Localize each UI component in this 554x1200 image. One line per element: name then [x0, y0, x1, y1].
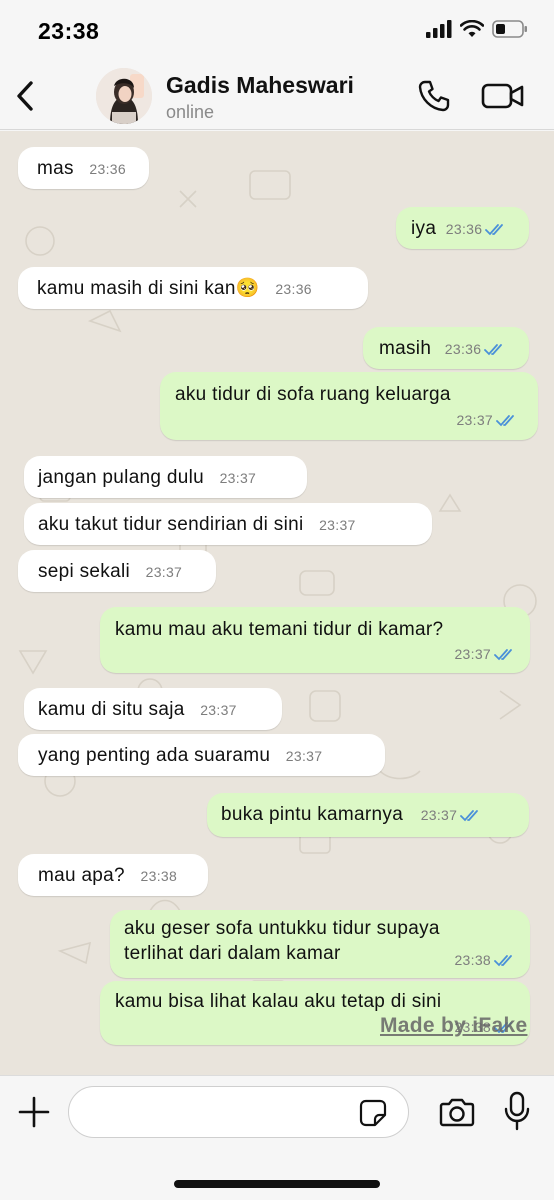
message-text: yang penting ada suaramu [38, 745, 271, 766]
sticker-button[interactable] [358, 1098, 388, 1128]
message-bubble-incoming[interactable]: aku takut tidur sendirian di sini 23:37 [24, 503, 432, 545]
video-call-button[interactable] [480, 78, 526, 114]
message-time: 23:36 [89, 161, 126, 177]
sticker-icon [359, 1099, 387, 1127]
message-bubble-incoming[interactable]: yang penting ada suaramu 23:37 [18, 734, 385, 776]
home-indicator[interactable] [174, 1180, 380, 1188]
message-time: 23:36 [275, 281, 312, 297]
message-time: 23:37 [219, 470, 257, 486]
wifi-icon [460, 20, 484, 37]
message-text: aku tidur di sofa ruang keluarga [175, 384, 451, 405]
phone-icon [418, 80, 450, 112]
message-bubble-incoming[interactable]: jangan pulang dulu 23:37 [24, 456, 307, 498]
camera-icon [439, 1098, 475, 1127]
microphone-icon [504, 1091, 530, 1131]
status-time: 23:38 [38, 18, 100, 44]
read-ticks-icon [460, 809, 479, 821]
message-time: 23:37 [420, 807, 458, 823]
contact-name[interactable]: Gadis Maheswari [166, 72, 354, 99]
message-text: mau apa? [38, 865, 125, 886]
message-time: 23:37 [454, 646, 491, 662]
message-bubble-incoming[interactable]: sepi sekali 23:37 [18, 550, 216, 592]
message-text: kamu bisa lihat kalau aku tetap di sini [115, 991, 442, 1012]
message-bubble-incoming[interactable]: kamu masih di sini kan🥺 23:36 [18, 267, 368, 309]
message-text: buka pintu kamarnya [221, 804, 404, 825]
message-bubble-incoming[interactable]: kamu di situ saja 23:37 [24, 688, 282, 730]
microphone-button[interactable] [502, 1090, 532, 1132]
message-time: 23:37 [145, 564, 183, 580]
message-time: 23:37 [200, 702, 237, 718]
battery-icon [492, 20, 527, 38]
message-time: 23:37 [456, 412, 493, 428]
message-time: 23:37 [285, 748, 323, 764]
message-time: 23:36 [445, 221, 483, 237]
message-text: iya [411, 218, 437, 239]
message-text: aku takut tidur sendirian di sini [38, 514, 304, 535]
input-bar [0, 1075, 554, 1200]
chat-area[interactable]: mas 23:36 iya 23:36 kamu masih di sini k… [0, 131, 554, 1075]
read-ticks-icon [485, 223, 504, 235]
message-bubble-outgoing[interactable]: aku tidur di sofa ruang keluarga 23:37 [160, 372, 538, 440]
message-time: 23:36 [444, 341, 482, 357]
message-bubble-outgoing[interactable]: iya 23:36 [396, 207, 529, 249]
message-text: jangan pulang dulu [38, 467, 204, 488]
status-bar: 23:38 [0, 0, 554, 62]
video-camera-icon [481, 83, 524, 109]
message-text: mas [37, 158, 74, 179]
read-ticks-icon [496, 414, 514, 426]
status-icons [426, 20, 528, 38]
message-text: kamu masih di sini kan🥺 [37, 278, 260, 299]
message-time: 23:37 [319, 517, 356, 533]
read-ticks-icon [484, 343, 503, 355]
back-button[interactable] [10, 76, 40, 116]
message-text: sepi sekali [38, 561, 131, 582]
plus-icon [18, 1096, 50, 1128]
chat-header: Gadis Maheswari online [0, 62, 554, 130]
message-bubble-outgoing[interactable]: kamu mau aku temani tidur di kamar? 23:3… [100, 607, 530, 673]
contact-status: online [166, 102, 215, 122]
message-bubble-outgoing[interactable]: buka pintu kamarnya 23:37 [207, 793, 529, 837]
attach-button[interactable] [16, 1094, 52, 1130]
message-text: masih [379, 338, 432, 359]
read-ticks-icon [494, 648, 512, 660]
avatar[interactable] [96, 68, 152, 124]
message-bubble-incoming[interactable]: mas 23:36 [18, 147, 149, 189]
camera-button[interactable] [438, 1094, 476, 1130]
message-text: kamu mau aku temani tidur di kamar? [115, 619, 444, 640]
message-bubble-outgoing[interactable]: aku geser sofa untukku tidur supaya terl… [110, 910, 530, 978]
message-bubble-incoming[interactable]: mau apa? 23:38 [18, 854, 208, 896]
message-bubble-outgoing[interactable]: masih 23:36 [363, 327, 529, 369]
signal-icon [426, 20, 452, 38]
watermark: Made by iFake [380, 1014, 528, 1037]
message-time: 23:38 [454, 952, 491, 968]
chevron-left-icon [17, 81, 33, 111]
message-text: kamu di situ saja [38, 699, 185, 720]
avatar-image [96, 68, 152, 124]
voice-call-button[interactable] [416, 78, 452, 114]
read-ticks-icon [494, 954, 512, 966]
message-time: 23:38 [140, 868, 178, 884]
